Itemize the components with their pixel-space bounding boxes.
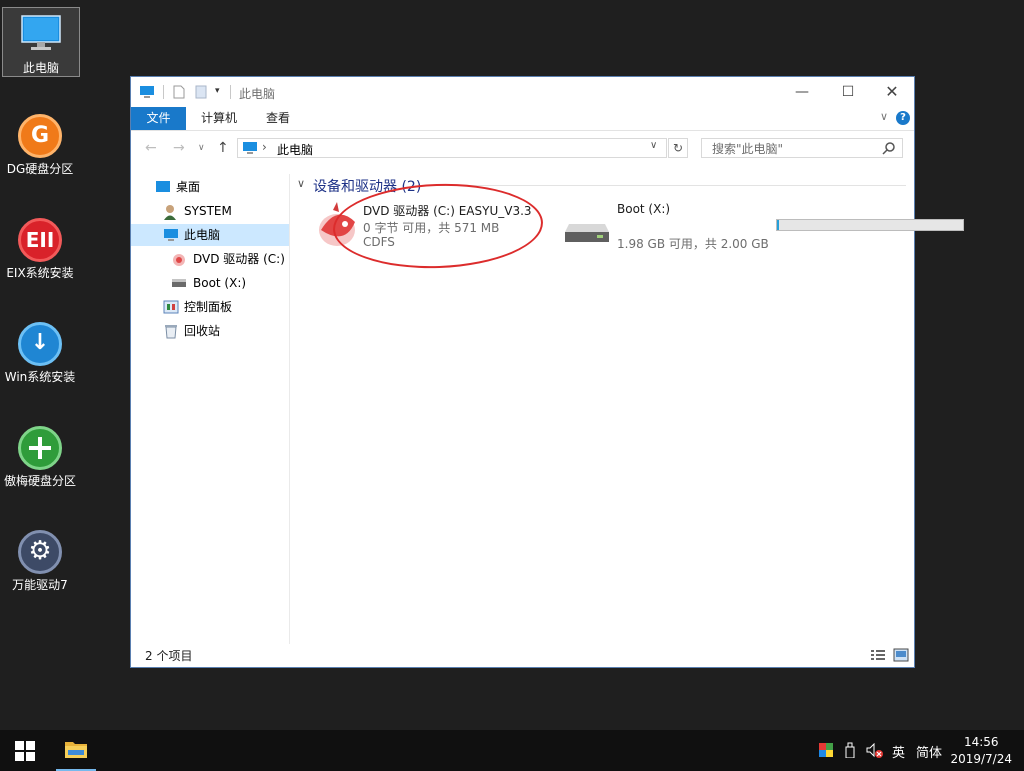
desktop-icon-label: 傲梅硬盘分区 — [3, 474, 76, 488]
nav-item-this-pc[interactable]: 此电脑 — [131, 224, 289, 246]
address-path[interactable]: 此电脑 — [277, 141, 313, 158]
desktop-icon-label: DG硬盘分区 — [6, 162, 74, 176]
computer-icon — [21, 15, 61, 50]
eix-install-icon: EII — [18, 218, 62, 262]
address-bar[interactable]: › 此电脑 ∨ — [237, 138, 667, 158]
status-bar: 2 个项目 — [131, 643, 914, 667]
aomei-partition-icon — [18, 426, 62, 470]
divider — [431, 185, 906, 186]
desktop-icon-label: EIX系统安装 — [6, 266, 74, 280]
ribbon: 文件 计算机 查看 ∨ ? — [131, 107, 914, 131]
computer-icon — [243, 142, 257, 154]
clock[interactable]: 14:56 2019/7/24 — [950, 734, 1012, 768]
back-button[interactable]: ← — [145, 140, 157, 156]
speaker-muted-icon[interactable] — [866, 743, 884, 759]
nav-item-control-panel[interactable]: 控制面板 — [131, 296, 289, 318]
window-title: 此电脑 — [239, 87, 276, 101]
desktop-icon — [156, 181, 170, 192]
driver-gear-icon: ⚙ — [18, 530, 62, 574]
chevron-down-icon[interactable]: ∨ — [880, 110, 888, 123]
refresh-button[interactable]: ↻ — [668, 138, 688, 158]
minimize-button[interactable]: — — [779, 77, 825, 107]
hard-drive-icon — [172, 279, 186, 287]
nav-item-label: 控制面板 — [184, 300, 233, 314]
computer-icon — [164, 229, 178, 241]
chevron-down-icon[interactable]: ∨ — [297, 177, 305, 190]
nav-item-recycle-bin[interactable]: 回收站 — [131, 320, 289, 342]
desktop-icon-win-install[interactable]: ↓ Win系统安装 — [2, 322, 78, 385]
dg-partition-icon: G — [18, 114, 62, 158]
divider — [230, 85, 231, 99]
title-bar[interactable]: ▾ 此电脑 — ☐ ✕ — [131, 77, 914, 107]
up-button[interactable]: ↑ — [217, 140, 229, 156]
maximize-button[interactable]: ☐ — [825, 77, 871, 107]
nav-item-label: Boot (X:) — [193, 276, 247, 290]
hard-drive-icon — [565, 224, 609, 242]
desktop-icon-this-pc[interactable]: 此电脑 — [2, 7, 80, 77]
forward-button[interactable]: → — [173, 140, 185, 156]
taskbar-explorer-button[interactable] — [56, 730, 96, 771]
navigation-pane: 桌面 SYSTEM 此电脑 DVD 驱动器 (C:) E Boot (X:) 控… — [131, 174, 290, 644]
computer-icon — [140, 86, 154, 98]
drive-name: Boot (X:) — [617, 202, 671, 216]
folder-icon — [65, 742, 87, 758]
nav-item-label: 回收站 — [184, 324, 221, 338]
nav-item-system[interactable]: SYSTEM — [131, 200, 289, 222]
item-count: 2 个项目 — [145, 649, 193, 663]
help-icon[interactable]: ? — [896, 111, 910, 125]
nav-item-label: 桌面 — [176, 180, 201, 194]
tab-computer[interactable]: 计算机 — [201, 107, 237, 130]
desktop-icon-driver[interactable]: ⚙ 万能驱动7 — [2, 530, 78, 593]
desktop-icon-dg-partition[interactable]: G DG硬盘分区 — [2, 114, 78, 177]
nav-item-boot-drive[interactable]: Boot (X:) — [131, 272, 289, 294]
recent-locations-button[interactable]: ∨ — [198, 143, 205, 153]
ime-mode-indicator[interactable]: 简体 — [916, 742, 942, 761]
nav-item-label: SYSTEM — [184, 204, 232, 218]
desktop-icon-label: 万能驱动7 — [12, 578, 68, 592]
search-box[interactable] — [701, 138, 903, 158]
clock-date: 2019/7/24 — [950, 752, 1012, 766]
desktop-icon-label: 此电脑 — [22, 61, 59, 75]
taskbar: 英 简体 14:56 2019/7/24 — [0, 730, 1024, 771]
nav-item-label: DVD 驱动器 (C:) E — [193, 252, 289, 266]
usb-device-icon[interactable] — [845, 742, 855, 758]
chevron-right-icon[interactable]: › — [262, 140, 267, 154]
dvd-drive-icon — [173, 254, 185, 266]
color-palette-icon[interactable] — [819, 743, 833, 757]
navigation-bar: ← → ∨ ↑ › 此电脑 ∨ ↻ — [131, 132, 914, 166]
ime-language-indicator[interactable]: 英 — [892, 742, 905, 761]
close-button[interactable]: ✕ — [869, 77, 915, 107]
customize-toolbar-icon[interactable]: ▾ — [215, 86, 220, 96]
win-install-icon: ↓ — [18, 322, 62, 366]
tab-view[interactable]: 查看 — [266, 107, 290, 130]
large-icons-view-icon[interactable] — [893, 648, 909, 662]
desktop-icon-label: Win系统安装 — [4, 370, 76, 384]
user-icon — [164, 205, 176, 220]
nav-item-label: 此电脑 — [184, 228, 221, 242]
search-icon[interactable] — [882, 141, 896, 155]
details-view-icon[interactable] — [870, 648, 886, 662]
properties-icon[interactable] — [173, 85, 185, 99]
address-history-dropdown[interactable]: ∨ — [650, 140, 657, 151]
desktop-icon-aomei-partition[interactable]: 傲梅硬盘分区 — [2, 426, 78, 489]
clock-time: 14:56 — [963, 735, 999, 749]
recycle-bin-icon — [165, 325, 177, 339]
tab-file[interactable]: 文件 — [131, 107, 186, 130]
control-panel-icon — [163, 300, 179, 314]
drive-space: 1.98 GB 可用，共 2.00 GB — [617, 237, 769, 251]
divider — [163, 85, 164, 99]
desktop-icon-eix-install[interactable]: EII EIX系统安装 — [2, 218, 78, 281]
search-input[interactable] — [710, 140, 879, 158]
nav-item-dvd-drive[interactable]: DVD 驱动器 (C:) E — [131, 248, 289, 270]
explorer-window: ▾ 此电脑 — ☐ ✕ 文件 计算机 查看 ∨ ? ← → ∨ ↑ › 此电脑 … — [130, 76, 964, 668]
drive-usage-fill — [777, 220, 779, 230]
new-folder-icon[interactable] — [195, 85, 207, 99]
nav-item-desktop[interactable]: 桌面 — [131, 176, 289, 198]
drive-usage-bar — [776, 219, 964, 231]
content-pane: ∨ 设备和驱动器 (2) DVD 驱动器 (C:) EASYU_V3.3 0 字… — [291, 174, 964, 644]
start-button[interactable] — [15, 741, 35, 761]
